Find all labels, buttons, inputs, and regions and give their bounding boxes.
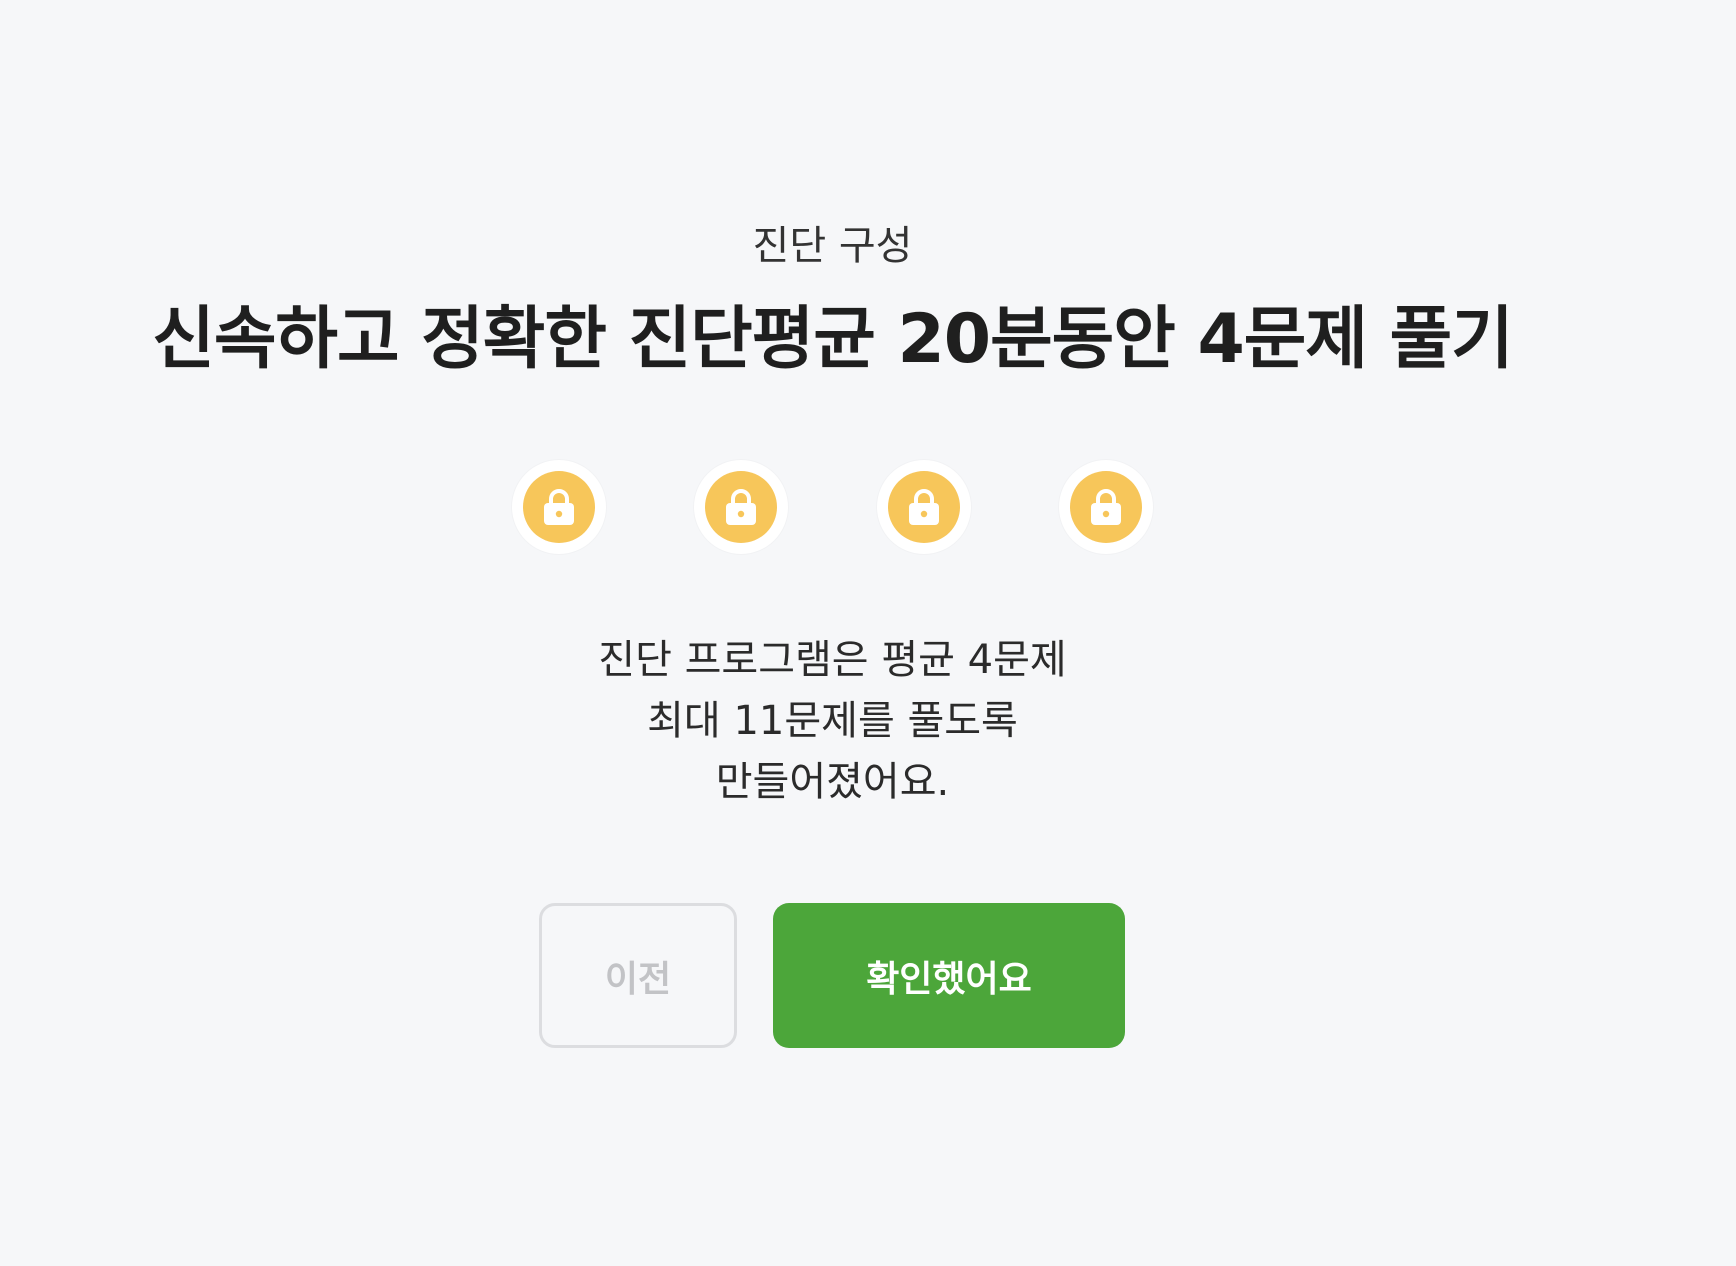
problem-lock-3 xyxy=(877,460,971,554)
page-title: 신속하고 정확한 진단평균 20분동안 4문제 풀기 xyxy=(152,300,1513,379)
diagnosis-intro-page: 진단 구성 신속하고 정확한 진단평균 20분동안 4문제 풀기 진단 프로그램… xyxy=(0,0,1736,1266)
problem-lock-4 xyxy=(1059,460,1153,554)
confirm-button[interactable]: 확인했어요 xyxy=(773,903,1125,1048)
description: 진단 프로그램은 평균 4문제 최대 11문제를 풀도록 만들어졌어요. xyxy=(0,630,1665,813)
lock-icon xyxy=(888,471,960,543)
prev-button[interactable]: 이전 xyxy=(539,903,737,1048)
problem-lock-2 xyxy=(694,460,788,554)
lock-icon xyxy=(705,471,777,543)
problem-lock-1 xyxy=(512,460,606,554)
lock-icon xyxy=(523,471,595,543)
description-line-1: 진단 프로그램은 평균 4문제 xyxy=(598,637,1067,683)
section-eyebrow: 진단 구성 xyxy=(752,223,913,269)
problem-locks xyxy=(512,460,1153,554)
description-line-3: 만들어졌어요. xyxy=(715,759,950,805)
description-line-2: 최대 11문제를 풀도록 xyxy=(647,698,1018,744)
lock-icon xyxy=(1070,471,1142,543)
